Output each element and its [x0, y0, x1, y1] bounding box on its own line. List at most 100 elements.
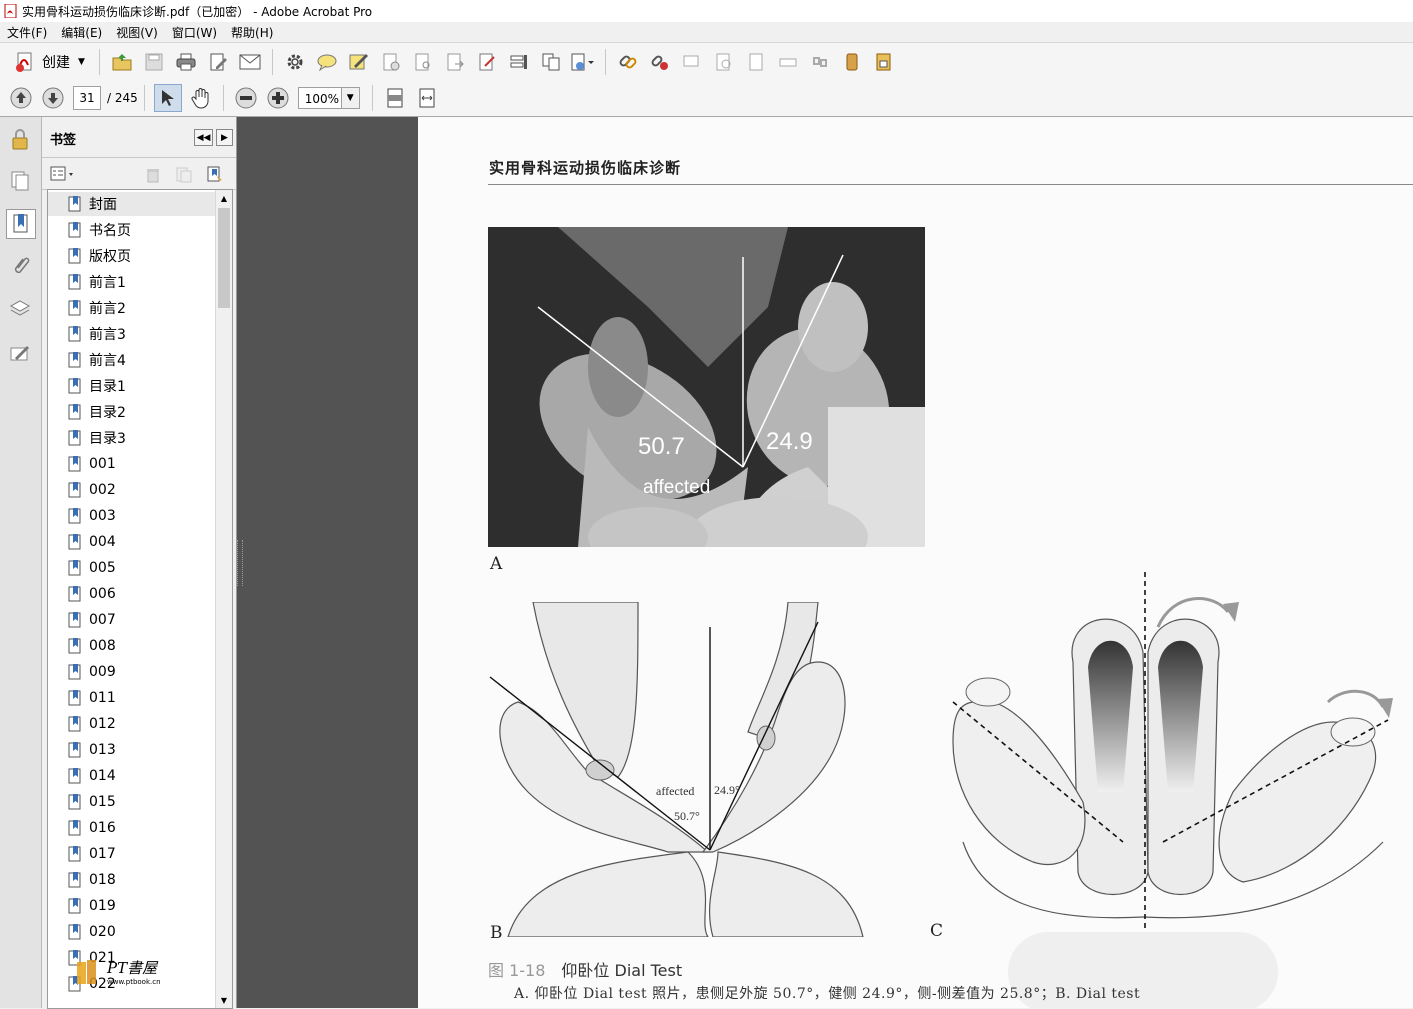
create-button[interactable]: 创建 ▼	[6, 48, 93, 76]
menu-window[interactable]: 窗口(W)	[165, 24, 224, 41]
bookmark-item[interactable]: 015	[48, 790, 216, 814]
tool-button-5[interactable]	[506, 49, 532, 75]
options-menu-icon[interactable]	[50, 166, 76, 185]
bookmark-item[interactable]: 008	[48, 634, 216, 658]
settings-button[interactable]	[282, 49, 308, 75]
bookmark-item[interactable]: 004	[48, 530, 216, 554]
tool-button-11[interactable]	[711, 49, 737, 75]
tool-button-8[interactable]	[615, 49, 641, 75]
bookmark-scrollbar[interactable]: ▲ ▼	[215, 190, 232, 1008]
bookmark-item[interactable]: 017	[48, 842, 216, 866]
tool-button-6[interactable]	[538, 49, 564, 75]
scroll-thumb[interactable]	[218, 208, 230, 308]
bookmark-list: 封面 书名页 版权页 前言1 前言2 前言3 前言4 目录1 目录2 目录3 001 002 003 00…	[47, 189, 233, 1009]
page-number-input[interactable]: 31	[73, 86, 101, 110]
bookmark-item[interactable]: 005	[48, 556, 216, 580]
bookmark-item[interactable]: 目录1	[48, 374, 216, 398]
bookmark-item[interactable]: 003	[48, 504, 216, 528]
tool-button-16[interactable]	[871, 49, 897, 75]
tool-button-7[interactable]	[570, 49, 596, 75]
tool-button-9[interactable]	[647, 49, 673, 75]
bookmark-label: 015	[89, 794, 116, 810]
menu-edit[interactable]: 编辑(E)	[54, 24, 109, 41]
zoom-in-button[interactable]	[265, 85, 291, 111]
new-bookmark-icon[interactable]	[176, 167, 192, 186]
bookmark-item[interactable]: 前言2	[48, 296, 216, 320]
bookmark-item[interactable]: 018	[48, 868, 216, 892]
menu-file[interactable]: 文件(F)	[0, 24, 54, 41]
bookmark-item[interactable]: 013	[48, 738, 216, 762]
document-dropdown-icon	[571, 53, 594, 70]
signatures-icon[interactable]	[6, 339, 34, 367]
document-form-icon	[479, 53, 495, 70]
tool-button-1[interactable]	[378, 49, 404, 75]
tool-button-3[interactable]	[442, 49, 468, 75]
document-page[interactable]: 实用骨科运动损伤临床诊断 50.7 24.9 affected A affect…	[418, 117, 1413, 1008]
tool-button-15[interactable]	[839, 49, 865, 75]
scroll-down-icon[interactable]: ▼	[216, 992, 232, 1008]
zoom-out-button[interactable]	[233, 85, 259, 111]
arrow-up-icon	[10, 87, 32, 109]
bookmark-item[interactable]: 011	[48, 686, 216, 710]
tool-button-2[interactable]	[410, 49, 436, 75]
bookmark-item[interactable]: 006	[48, 582, 216, 606]
tool-button-12[interactable]	[743, 49, 769, 75]
sign-button[interactable]	[346, 49, 372, 75]
fit-width-button[interactable]	[414, 85, 440, 111]
collapse-panel-icon[interactable]: ◀◀	[194, 129, 213, 146]
bookmark-item[interactable]: 001	[48, 452, 216, 476]
bookmark-item[interactable]: 016	[48, 816, 216, 840]
tool-button-10[interactable]	[679, 49, 705, 75]
toolbar-divider	[222, 85, 224, 111]
edit-button[interactable]	[205, 49, 231, 75]
zoom-input[interactable]: 100%	[297, 87, 342, 109]
bookmark-item[interactable]: 前言3	[48, 322, 216, 346]
bookmark-item[interactable]: 014	[48, 764, 216, 788]
bookmark-item[interactable]: 007	[48, 608, 216, 632]
layers-icon[interactable]	[6, 295, 34, 323]
bookmark-item[interactable]: 002	[48, 478, 216, 502]
bookmark-item[interactable]: 目录3	[48, 426, 216, 450]
bookmark-item[interactable]: 012	[48, 712, 216, 736]
panel-splitter[interactable]	[237, 540, 243, 586]
cursor-icon	[161, 90, 174, 106]
panel-menu-icon[interactable]: ▶	[216, 129, 233, 146]
caption-title: 仰卧位 Dial Test	[561, 961, 683, 980]
expand-bookmark-icon[interactable]	[206, 165, 224, 186]
bookmark-item[interactable]: 封面	[48, 192, 216, 216]
menu-view[interactable]: 视图(V)	[109, 24, 165, 41]
drawing-right-angle: 24.9°	[714, 783, 740, 797]
bookmark-item[interactable]: 前言1	[48, 270, 216, 294]
select-tool-button[interactable]	[153, 84, 182, 112]
bookmark-label: 版权页	[89, 249, 131, 265]
title-bar: 实用骨科运动损伤临床诊断.pdf（已加密） - Adobe Acrobat Pr…	[0, 0, 1413, 22]
next-page-button[interactable]	[40, 85, 66, 111]
comment-button[interactable]	[314, 49, 340, 75]
bookmarks-tab-icon[interactable]	[6, 209, 36, 239]
bookmark-item[interactable]: 020	[48, 920, 216, 944]
bookmark-item[interactable]: 书名页	[48, 218, 216, 242]
bookmark-item[interactable]: 前言4	[48, 348, 216, 372]
zoom-select[interactable]: 100% ▼	[297, 87, 360, 109]
tool-button-13[interactable]	[775, 49, 801, 75]
scroll-up-icon[interactable]: ▲	[216, 190, 232, 206]
bookmark-item[interactable]: 版权页	[48, 244, 216, 268]
menu-help[interactable]: 帮助(H)	[224, 24, 280, 41]
chevron-down-icon[interactable]: ▼	[341, 87, 360, 109]
email-button[interactable]	[237, 49, 263, 75]
bookmark-item[interactable]: 019	[48, 894, 216, 918]
bookmark-item[interactable]: 目录2	[48, 400, 216, 424]
pages-thumbnails-icon[interactable]	[6, 167, 34, 195]
delete-bookmark-icon[interactable]	[146, 167, 160, 186]
fit-page-button[interactable]	[382, 85, 408, 111]
tool-button-4[interactable]	[474, 49, 500, 75]
previous-page-button[interactable]	[8, 85, 34, 111]
paperclip-icon[interactable]	[6, 252, 34, 280]
bookmark-item[interactable]: 009	[48, 660, 216, 684]
security-lock-icon[interactable]	[6, 125, 34, 153]
hand-tool-button[interactable]	[188, 85, 214, 111]
open-button[interactable]	[109, 49, 135, 75]
tool-button-14[interactable]	[807, 49, 833, 75]
print-button[interactable]	[173, 49, 199, 75]
save-button[interactable]	[141, 49, 167, 75]
